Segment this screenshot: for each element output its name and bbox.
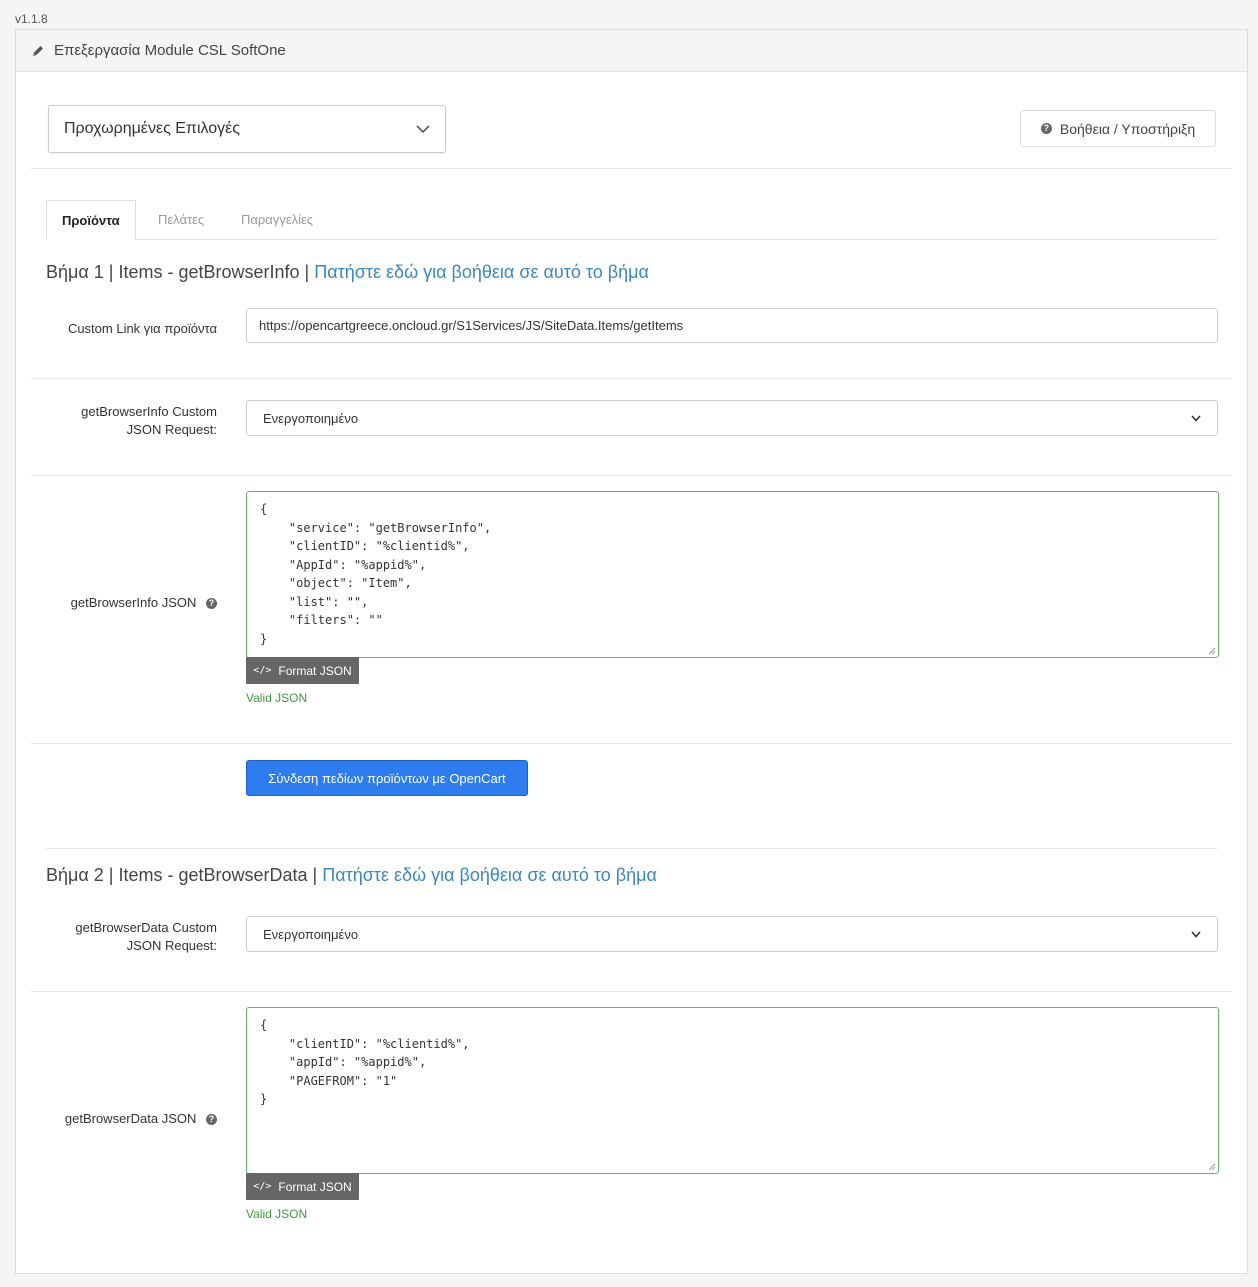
format-json-label: Format JSON	[278, 663, 352, 678]
divider	[31, 475, 1232, 476]
getbrowserinfo-json-label-text: getBrowserInfo JSON	[70, 595, 197, 610]
tab-products[interactable]: Προϊόντα	[46, 200, 136, 240]
custom-link-label: Custom Link για προϊόντα	[67, 321, 217, 336]
page-title: Επεξεργασία Module CSL SoftOne	[54, 42, 286, 59]
getbrowserdata-custom-request-label: getBrowserData Custom JSON Request:	[75, 920, 217, 953]
divider	[31, 743, 1232, 744]
divider	[46, 848, 1217, 849]
tab-bar: Προϊόντα Πελάτες Παραγγελίες	[46, 200, 1217, 240]
getbrowserinfo-json-content: { "service": "getBrowserInfo", "clientID…	[260, 502, 492, 646]
getbrowserdata-custom-request-select[interactable]: Ενεργοποιημένο	[246, 916, 1218, 952]
format-json-label: Format JSON	[278, 1179, 352, 1194]
chevron-down-icon	[416, 124, 430, 133]
step2-heading: Βήμα 2 | Items - getBrowserData |	[46, 865, 318, 885]
format-json-button[interactable]: </> Format JSON	[246, 1173, 359, 1200]
tab-customers[interactable]: Πελάτες	[143, 200, 219, 239]
getbrowserinfo-json-textarea[interactable]: { "service": "getBrowserInfo", "clientID…	[246, 491, 1219, 658]
step1-title: Βήμα 1 | Items - getBrowserInfo | Πατήστ…	[46, 262, 649, 283]
tab-orders[interactable]: Παραγγελίες	[226, 200, 328, 239]
question-circle-icon[interactable]: ?	[206, 598, 217, 610]
advanced-options-value: Προχωρημένες Επιλογές	[64, 120, 240, 137]
code-icon: </>	[253, 1181, 272, 1192]
step1-heading: Βήμα 1 | Items - getBrowserInfo |	[46, 262, 310, 282]
step2-title: Βήμα 2 | Items - getBrowserData | Πατήστ…	[46, 865, 657, 886]
version-label: v1.1.8	[15, 12, 48, 26]
getbrowserdata-json-content: { "clientID": "%clientid%", "appId": "%a…	[260, 1018, 470, 1106]
getbrowserinfo-custom-request-select[interactable]: Ενεργοποιημένο	[246, 400, 1218, 436]
divider	[31, 378, 1232, 379]
custom-link-input[interactable]: https://opencartgreece.oncloud.gr/S1Serv…	[246, 308, 1218, 343]
getbrowserdata-custom-request-value: Ενεργοποιημένο	[263, 926, 359, 942]
step2-help-link[interactable]: Πατήστε εδώ για βοήθεια σε αυτό το βήμα	[322, 865, 657, 885]
custom-link-value: https://opencartgreece.oncloud.gr/S1Serv…	[259, 318, 684, 333]
getbrowserdata-json-textarea[interactable]: { "clientID": "%clientid%", "appId": "%a…	[246, 1007, 1219, 1174]
getbrowserdata-json-label-text: getBrowserData JSON	[64, 1111, 197, 1126]
getbrowserinfo-json-label: getBrowserInfo JSON ?	[31, 594, 217, 612]
map-product-fields-button[interactable]: Σύνδεση πεδίων προϊόντων με OpenCart	[246, 760, 528, 796]
advanced-options-select[interactable]: Προχωρημένες Επιλογές	[48, 105, 446, 153]
getbrowserinfo-custom-request-label: getBrowserInfo Custom JSON Request:	[81, 404, 217, 437]
question-circle-icon: ?	[1040, 123, 1052, 134]
pencil-icon	[33, 45, 43, 56]
module-panel: Επεξεργασία Module CSL SoftOne Προχωρημέ…	[15, 29, 1248, 1274]
valid-json-text: Valid JSON	[246, 1207, 308, 1221]
code-icon: </>	[253, 665, 272, 676]
panel-heading: Επεξεργασία Module CSL SoftOne	[16, 30, 1247, 72]
chevron-down-icon	[1191, 414, 1201, 422]
valid-json-text: Valid JSON	[246, 691, 308, 705]
chevron-down-icon	[1191, 930, 1201, 938]
resize-grip-icon[interactable]	[1208, 1163, 1216, 1171]
getbrowserinfo-custom-request-value: Ενεργοποιημένο	[263, 410, 359, 426]
help-support-label: Βοήθεια / Υποστήριξη	[1059, 120, 1196, 137]
resize-grip-icon[interactable]	[1208, 647, 1216, 655]
divider	[31, 991, 1232, 992]
getbrowserdata-json-label: getBrowserData JSON ?	[31, 1110, 217, 1128]
format-json-button[interactable]: </> Format JSON	[246, 657, 359, 684]
divider	[31, 168, 1232, 169]
help-support-button[interactable]: ? Βοήθεια / Υποστήριξη	[1020, 110, 1216, 147]
question-circle-icon[interactable]: ?	[206, 1114, 217, 1126]
map-product-fields-label: Σύνδεση πεδίων προϊόντων με OpenCart	[268, 770, 506, 786]
step1-help-link[interactable]: Πατήστε εδώ για βοήθεια σε αυτό το βήμα	[314, 262, 649, 282]
